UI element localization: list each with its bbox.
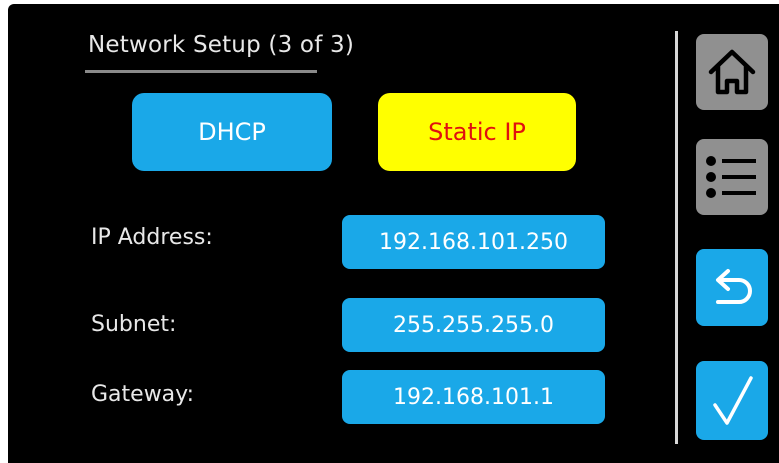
network-setup-screen: Network Setup (3 of 3) DHCP Static IP IP… [8,4,779,463]
gateway-label: Gateway: [91,382,194,407]
home-icon [708,49,756,95]
page-title: Network Setup (3 of 3) [88,32,355,58]
menu-icon [706,156,756,198]
title-underline [85,70,317,73]
home-button[interactable] [696,34,768,110]
sidebar-divider [675,31,678,444]
ip-address-label: IP Address: [91,225,213,250]
back-button[interactable] [696,249,768,326]
gateway-field[interactable]: 192.168.101.1 [342,370,605,424]
menu-button[interactable] [696,139,768,215]
ip-address-field[interactable]: 192.168.101.250 [342,215,605,269]
static-ip-button[interactable]: Static IP [378,93,576,171]
confirm-button[interactable] [696,361,768,440]
subnet-label: Subnet: [91,312,177,337]
checkmark-icon [713,375,753,425]
back-icon [716,268,752,304]
subnet-field[interactable]: 255.255.255.0 [342,298,605,352]
dhcp-button[interactable]: DHCP [132,93,332,171]
